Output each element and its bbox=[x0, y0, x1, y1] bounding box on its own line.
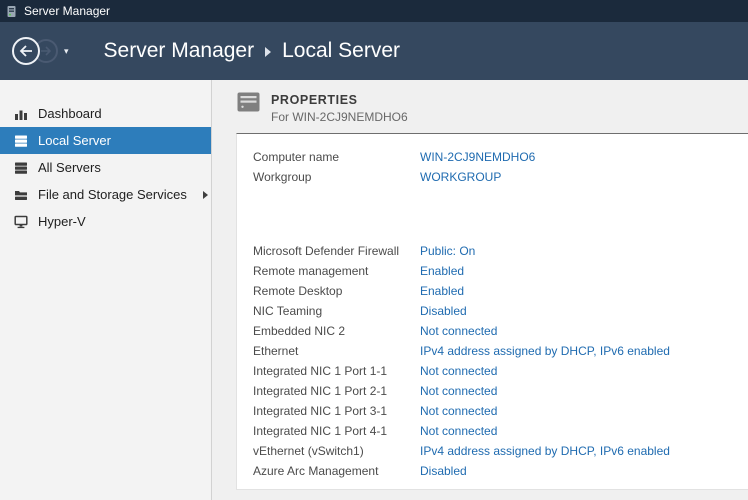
property-value-link[interactable]: Not connected bbox=[420, 424, 497, 438]
chevron-right-icon bbox=[203, 191, 208, 199]
properties-tile-header: PROPERTIES For WIN-2CJ9NEMDHO6 bbox=[212, 80, 748, 124]
sidebar-item-label: Local Server bbox=[38, 133, 111, 148]
body: Dashboard Local Server bbox=[0, 80, 748, 500]
property-label: vEthernet (vSwitch1) bbox=[253, 444, 420, 458]
server-manager-window: Server Manager ▾ Server Manager Local Se… bbox=[0, 0, 748, 500]
property-row: Ethernet IPv4 address assigned by DHCP, … bbox=[237, 341, 748, 361]
properties-panel: Computer name WIN-2CJ9NEMDHO6 Workgroup … bbox=[236, 133, 748, 490]
property-value-link[interactable]: Not connected bbox=[420, 364, 497, 378]
breadcrumb-current[interactable]: Local Server bbox=[282, 39, 400, 63]
property-row: Integrated NIC 1 Port 3-1 Not connected bbox=[237, 401, 748, 421]
sidebar-item-dashboard[interactable]: Dashboard bbox=[0, 100, 211, 127]
property-row: Embedded NIC 2 Not connected bbox=[237, 321, 748, 341]
properties-tile-icon bbox=[237, 92, 260, 112]
property-value-link[interactable]: Disabled bbox=[420, 304, 467, 318]
breadcrumb-root[interactable]: Server Manager bbox=[104, 39, 255, 63]
property-value-link[interactable]: Public: On bbox=[420, 244, 475, 258]
property-label: Embedded NIC 2 bbox=[253, 324, 420, 338]
property-row: Integrated NIC 1 Port 2-1 Not connected bbox=[237, 381, 748, 401]
sidebar: Dashboard Local Server bbox=[0, 80, 212, 500]
sidebar-item-label: File and Storage Services bbox=[38, 187, 187, 202]
sidebar-item-label: Dashboard bbox=[38, 106, 102, 121]
hyperv-monitor-icon bbox=[13, 215, 29, 229]
server-icon bbox=[13, 134, 29, 148]
property-label: Microsoft Defender Firewall bbox=[253, 244, 420, 258]
property-row: Integrated NIC 1 Port 4-1 Not connected bbox=[237, 421, 748, 441]
property-value-link[interactable]: Enabled bbox=[420, 284, 464, 298]
property-label: Remote management bbox=[253, 264, 420, 278]
property-value-link[interactable]: Not connected bbox=[420, 324, 497, 338]
property-row: Azure Arc Management Disabled bbox=[237, 461, 748, 481]
property-row: Computer name WIN-2CJ9NEMDHO6 bbox=[237, 147, 748, 167]
back-button[interactable] bbox=[12, 37, 40, 65]
property-label: Integrated NIC 1 Port 4-1 bbox=[253, 424, 420, 438]
property-value-link[interactable]: IPv4 address assigned by DHCP, IPv6 enab… bbox=[420, 444, 670, 458]
status-rows-group: Microsoft Defender Firewall Public: On R… bbox=[237, 241, 748, 481]
property-label: Integrated NIC 1 Port 2-1 bbox=[253, 384, 420, 398]
nav-header: ▾ Server Manager Local Server bbox=[0, 22, 748, 80]
property-row: Remote management Enabled bbox=[237, 261, 748, 281]
property-label: Computer name bbox=[253, 150, 420, 164]
property-value-link[interactable]: Enabled bbox=[420, 264, 464, 278]
properties-subtitle: For WIN-2CJ9NEMDHO6 bbox=[271, 110, 408, 124]
breadcrumb: Server Manager Local Server bbox=[104, 39, 400, 63]
properties-title: PROPERTIES bbox=[271, 91, 408, 107]
dashboard-icon bbox=[13, 107, 29, 121]
nav-dropdown-caret-icon[interactable]: ▾ bbox=[64, 46, 69, 57]
window-title: Server Manager bbox=[24, 4, 110, 18]
property-label: NIC Teaming bbox=[253, 304, 420, 318]
property-value-link[interactable]: Not connected bbox=[420, 384, 497, 398]
storage-icon bbox=[13, 188, 29, 202]
property-row: vEthernet (vSwitch1) IPv4 address assign… bbox=[237, 441, 748, 461]
property-row: Integrated NIC 1 Port 1-1 Not connected bbox=[237, 361, 748, 381]
property-label: Azure Arc Management bbox=[253, 464, 420, 478]
properties-tile-titles: PROPERTIES For WIN-2CJ9NEMDHO6 bbox=[271, 91, 408, 124]
property-value-link[interactable]: WORKGROUP bbox=[420, 170, 501, 184]
sidebar-item-local-server[interactable]: Local Server bbox=[0, 127, 211, 154]
property-label: Workgroup bbox=[253, 170, 420, 184]
property-row: NIC Teaming Disabled bbox=[237, 301, 748, 321]
main-content: PROPERTIES For WIN-2CJ9NEMDHO6 Computer … bbox=[212, 80, 748, 500]
sidebar-item-label: Hyper-V bbox=[38, 214, 86, 229]
property-value-link[interactable]: WIN-2CJ9NEMDHO6 bbox=[420, 150, 535, 164]
property-row: Remote Desktop Enabled bbox=[237, 281, 748, 301]
sidebar-item-all-servers[interactable]: All Servers bbox=[0, 154, 211, 181]
identity-rows-group: Computer name WIN-2CJ9NEMDHO6 Workgroup … bbox=[237, 134, 748, 187]
property-value-link[interactable]: IPv4 address assigned by DHCP, IPv6 enab… bbox=[420, 344, 670, 358]
sidebar-item-file-storage-services[interactable]: File and Storage Services bbox=[0, 181, 211, 208]
property-label: Ethernet bbox=[253, 344, 420, 358]
nav-buttons: ▾ bbox=[12, 37, 69, 65]
breadcrumb-separator-icon bbox=[265, 47, 271, 57]
property-value-link[interactable]: Not connected bbox=[420, 404, 497, 418]
property-label: Integrated NIC 1 Port 1-1 bbox=[253, 364, 420, 378]
sidebar-item-hyper-v[interactable]: Hyper-V bbox=[0, 208, 211, 235]
property-row: Microsoft Defender Firewall Public: On bbox=[237, 241, 748, 261]
property-label: Integrated NIC 1 Port 3-1 bbox=[253, 404, 420, 418]
property-value-link[interactable]: Disabled bbox=[420, 464, 467, 478]
servers-icon bbox=[13, 161, 29, 175]
property-row: Workgroup WORKGROUP bbox=[237, 167, 748, 187]
titlebar: Server Manager bbox=[0, 0, 748, 22]
property-label: Remote Desktop bbox=[253, 284, 420, 298]
server-manager-app-icon bbox=[5, 5, 18, 18]
sidebar-item-label: All Servers bbox=[38, 160, 101, 175]
